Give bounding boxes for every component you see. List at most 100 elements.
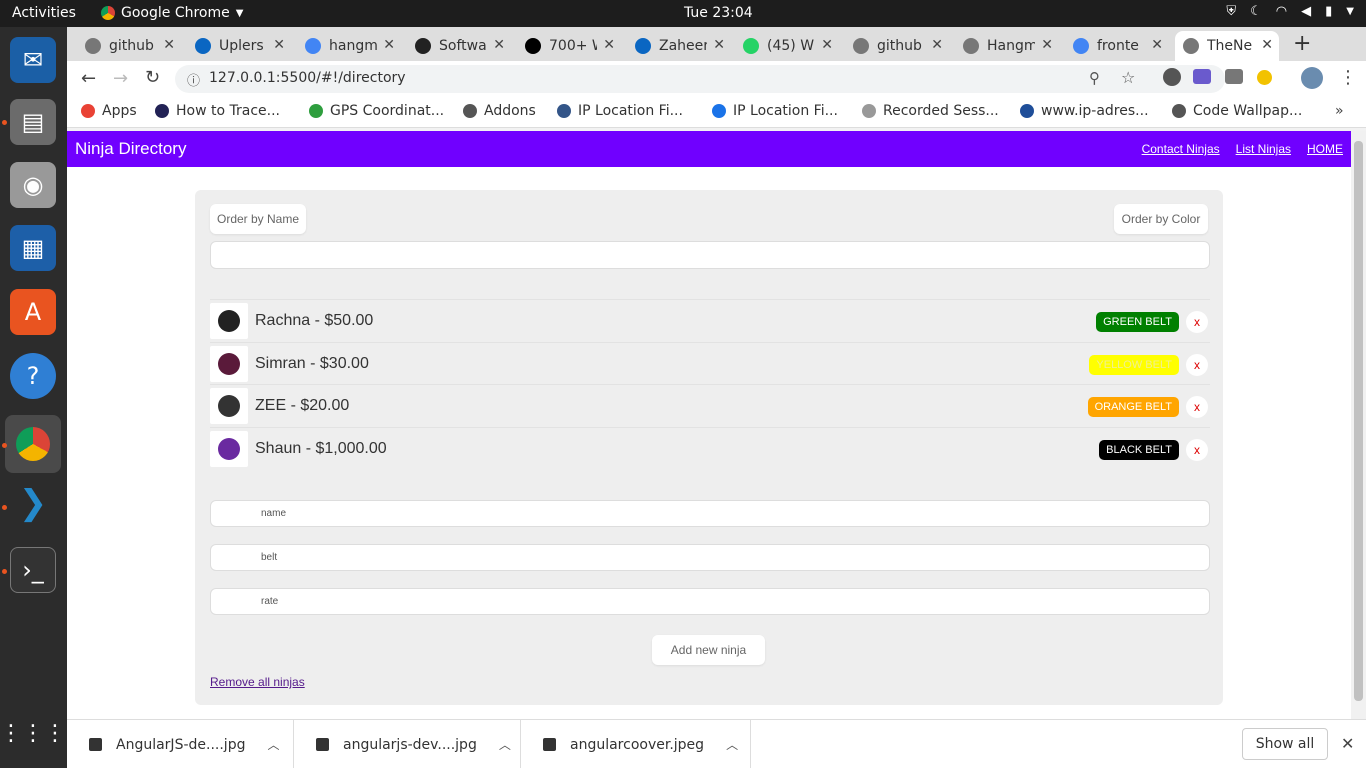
close-tab-icon[interactable]: ✕ (1261, 37, 1273, 53)
linkedin-icon (195, 38, 211, 54)
bookmark-favicon-icon (557, 104, 571, 118)
software-center-icon[interactable]: A (10, 289, 56, 335)
extension-moon-icon[interactable] (1163, 68, 1181, 86)
bookmark-1[interactable]: Apps (81, 103, 137, 119)
chrome-dock-icon[interactable] (5, 415, 61, 473)
bookmark-label: How to Trace... (176, 103, 280, 119)
ninja-name-rate: Simran - $30.00 (255, 355, 369, 373)
new-tab-button[interactable]: + (1293, 31, 1311, 56)
avatar[interactable] (1301, 67, 1323, 89)
show-all-button[interactable]: Show all (1242, 728, 1328, 760)
wifi-icon: ◠ (1275, 4, 1288, 19)
tab-4[interactable]: Softwa ✕ (407, 31, 511, 61)
show-applications-icon[interactable]: ⋮⋮⋮ (0, 710, 66, 756)
running-indicator (2, 120, 7, 125)
close-tab-icon[interactable]: ✕ (821, 37, 833, 53)
rate-field[interactable]: rate (210, 588, 1210, 615)
tab-2[interactable]: Uplers ✕ (187, 31, 291, 61)
bookmark-favicon-icon (1172, 104, 1186, 118)
bookmark-7[interactable]: Recorded Sess... (862, 103, 999, 119)
close-tab-icon[interactable]: ✕ (163, 37, 175, 53)
back-icon[interactable]: ← (81, 68, 96, 89)
delete-ninja-button[interactable]: x (1186, 438, 1208, 461)
tab-10[interactable]: fronte ✕ (1065, 31, 1169, 61)
bookmark-8[interactable]: www.ip-adres... (1020, 103, 1149, 119)
tab-6[interactable]: Zaheer ✕ (627, 31, 731, 61)
close-tab-icon[interactable]: ✕ (1041, 37, 1053, 53)
rhythmbox-icon[interactable]: ◉ (10, 162, 56, 208)
close-icon[interactable]: ✕ (1341, 734, 1354, 753)
chevron-up-icon[interactable]: ︿ (267, 736, 279, 753)
tab-3[interactable]: hangm ✕ (297, 31, 401, 61)
more-bookmarks-icon[interactable]: » (1335, 103, 1344, 119)
zoom-icon[interactable]: ⚲ (1089, 69, 1100, 87)
ninja-avatar (210, 345, 248, 382)
ninja-icon (218, 352, 240, 375)
files-icon[interactable]: ▤ (10, 99, 56, 145)
download-item[interactable]: angularjs-dev....jpg ︿ (294, 720, 521, 768)
close-tab-icon[interactable]: ✕ (603, 37, 615, 53)
tab-11[interactable]: TheNe ✕ (1175, 31, 1279, 61)
bookmark-6[interactable]: IP Location Fi... (712, 103, 838, 119)
belt-field[interactable]: belt (210, 544, 1210, 571)
bookmark-5[interactable]: IP Location Fi... (557, 103, 683, 119)
nav-contact-ninjas[interactable]: Contact Ninjas (1142, 142, 1220, 156)
app-menu[interactable]: Google Chrome ▼ (101, 5, 243, 21)
bookmark-9[interactable]: Code Wallpap... (1172, 103, 1302, 119)
chevron-up-icon[interactable]: ︿ (499, 736, 511, 753)
menu-icon[interactable]: ⋮ (1339, 67, 1357, 88)
search-input[interactable] (210, 241, 1210, 269)
ninja-name-rate: Shaun - $1,000.00 (255, 440, 387, 458)
download-item[interactable]: angularcoover.jpeg ︿ (521, 720, 751, 768)
system-tray[interactable]: ⛨ ☾ ◠ ◀ ▮ ▼ (1226, 4, 1354, 19)
close-tab-icon[interactable]: ✕ (493, 37, 505, 53)
bookmark-4[interactable]: Addons (463, 103, 536, 119)
download-item[interactable]: AngularJS-de....jpg ︿ (67, 720, 294, 768)
bookmark-2[interactable]: How to Trace... (155, 103, 280, 119)
delete-ninja-button[interactable]: x (1186, 311, 1208, 333)
remove-all-ninjas-link[interactable]: Remove all ninjas (210, 675, 305, 689)
bookmark-favicon-icon (862, 104, 876, 118)
reload-icon[interactable]: ↻ (145, 67, 160, 88)
close-tab-icon[interactable]: ✕ (273, 37, 285, 53)
extension-yellow-icon[interactable] (1257, 70, 1272, 85)
chevron-up-icon[interactable]: ︿ (726, 736, 738, 753)
ninja-avatar (210, 303, 248, 339)
order-by-color-button[interactable]: Order by Color (1114, 204, 1208, 234)
tab-1[interactable]: github ✕ (77, 31, 181, 61)
help-icon[interactable]: ? (10, 353, 56, 399)
tab-5[interactable]: 700+ W ✕ (517, 31, 621, 61)
add-new-ninja-button[interactable]: Add new ninja (652, 635, 765, 665)
bookmark-3[interactable]: GPS Coordinat... (309, 103, 444, 119)
page-scrollbar[interactable] (1351, 131, 1366, 719)
nav-home[interactable]: HOME (1307, 142, 1343, 156)
ninja-avatar (210, 430, 248, 467)
close-tab-icon[interactable]: ✕ (713, 37, 725, 53)
tab-8[interactable]: github ✕ (845, 31, 949, 61)
close-tab-icon[interactable]: ✕ (931, 37, 943, 53)
address-bar[interactable]: ⓘ 127.0.0.1:5500/#!/directory ⚲ ☆ (175, 65, 1225, 93)
nav-list-ninjas[interactable]: List Ninjas (1236, 142, 1291, 156)
star-icon[interactable]: ☆ (1121, 68, 1135, 87)
tab-7[interactable]: (45) W ✕ (735, 31, 839, 61)
clock[interactable]: Tue 23:04 (684, 5, 753, 21)
close-tab-icon[interactable]: ✕ (383, 37, 395, 53)
terminal-icon[interactable]: ›_ (10, 547, 56, 593)
close-tab-icon[interactable]: ✕ (1151, 37, 1163, 53)
order-by-name-button[interactable]: Order by Name (210, 204, 306, 234)
tab-9[interactable]: Hangm ✕ (955, 31, 1059, 61)
dev-icon (525, 38, 541, 54)
app-brand[interactable]: Ninja Directory (75, 139, 186, 159)
forward-icon[interactable]: → (113, 68, 128, 89)
activities-button[interactable]: Activities (12, 5, 76, 21)
scrollbar-thumb[interactable] (1354, 141, 1363, 701)
tab-title: (45) W (767, 38, 815, 54)
extension-camera-icon[interactable] (1193, 69, 1211, 84)
thunderbird-icon[interactable]: ✉ (10, 37, 56, 83)
vscode-icon[interactable]: ❯ (10, 480, 56, 526)
delete-ninja-button[interactable]: x (1186, 396, 1208, 418)
extension-screenshot-icon[interactable] (1225, 69, 1243, 84)
name-field[interactable]: name (210, 500, 1210, 527)
delete-ninja-button[interactable]: x (1186, 353, 1208, 376)
writer-icon[interactable]: ▦ (10, 225, 56, 271)
